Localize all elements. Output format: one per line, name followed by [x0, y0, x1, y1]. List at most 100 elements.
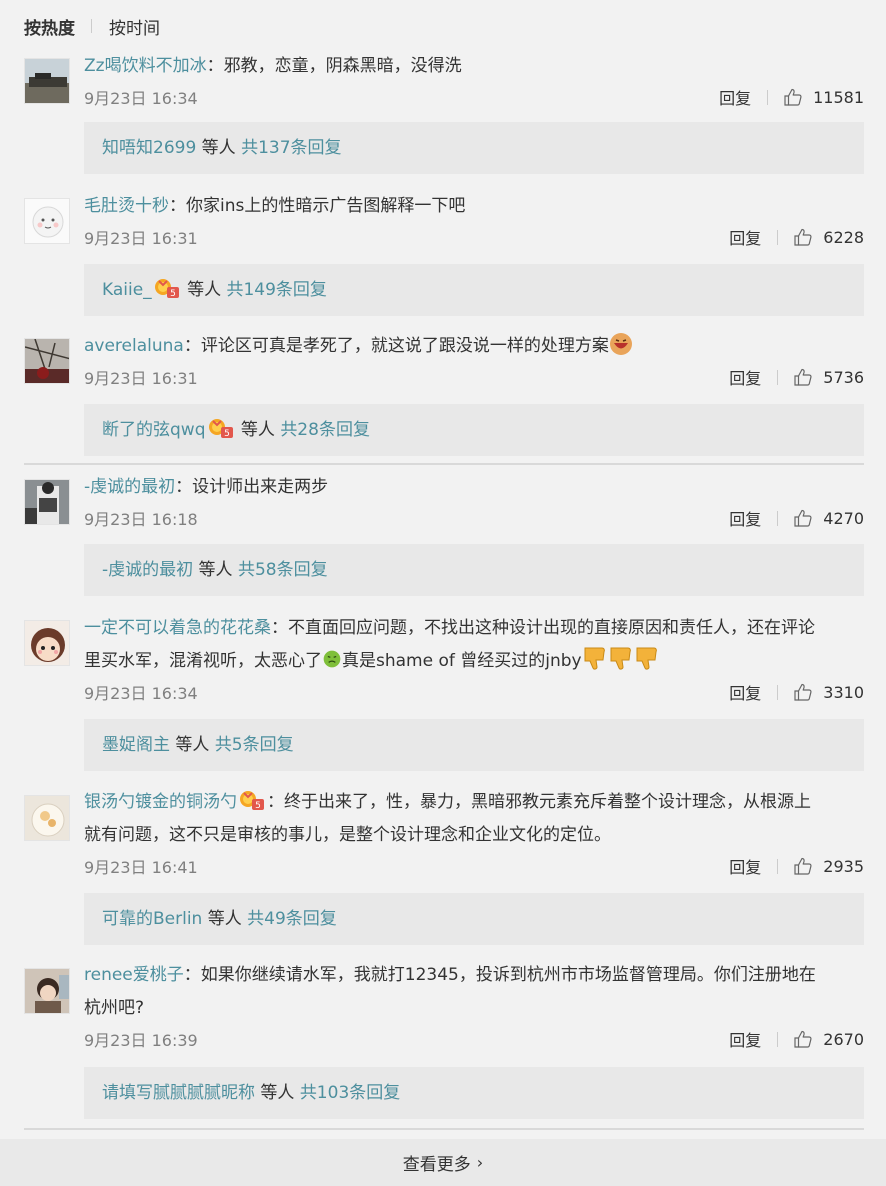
- view-more-label: 查看更多: [402, 1155, 471, 1175]
- tab-sort-time[interactable]: 按时间: [109, 14, 160, 39]
- sub-reply-username[interactable]: 知唔知2699: [102, 138, 196, 158]
- thumbs-down-icon: [608, 645, 634, 671]
- avatar[interactable]: [24, 338, 70, 384]
- like-count: 4270: [823, 508, 864, 528]
- sub-reply-summary[interactable]: 请填写腻腻腻腻昵称 等人 共103条回复: [84, 1067, 864, 1119]
- sub-reply-etc: 等人: [193, 560, 238, 580]
- colon: ：: [175, 477, 193, 497]
- sub-reply-count[interactable]: 共49条回复: [247, 909, 337, 929]
- comment-text: 一定不可以着急的花花桑：不直面回应问题，不找出这种设计出现的直接原因和责任人，还…: [84, 612, 864, 678]
- like-icon[interactable]: [793, 1029, 813, 1049]
- sub-reply-count[interactable]: 共103条回复: [300, 1083, 400, 1103]
- like-icon[interactable]: [793, 367, 813, 387]
- comment-content: 设计师出来走两步: [192, 477, 329, 497]
- sub-reply-count[interactable]: 共28条回复: [280, 420, 370, 440]
- comment-time: 9月23日 16:39: [84, 1031, 198, 1050]
- avatar[interactable]: [24, 479, 70, 525]
- like-icon[interactable]: [793, 856, 813, 876]
- like-count: 3310: [823, 682, 864, 702]
- avatar[interactable]: [24, 795, 70, 841]
- colon: ：: [183, 965, 201, 985]
- sub-reply-username[interactable]: 断了的弦qwq: [102, 420, 206, 440]
- view-more-button[interactable]: 查看更多 ›: [0, 1139, 886, 1186]
- colon: ：: [206, 56, 224, 76]
- sub-reply-username[interactable]: 墨娖阁主: [102, 735, 170, 755]
- comment-actions: 回复 4270: [729, 506, 864, 530]
- colon: ：: [267, 792, 284, 812]
- laughing-emoji-icon: [609, 333, 632, 355]
- section-divider: [24, 1128, 864, 1130]
- avatar[interactable]: [24, 198, 70, 244]
- comment-username[interactable]: averelaluna: [84, 336, 184, 356]
- comment-text: renee爱桃子：如果你继续请水军，我就打12345，投诉到杭州市市场监督管理局…: [84, 959, 864, 1025]
- sub-reply-etc: 等人: [196, 138, 242, 158]
- reply-button[interactable]: 回复: [729, 1027, 761, 1051]
- action-divider: [777, 369, 779, 385]
- comment-username[interactable]: -虔诚的最初: [84, 477, 175, 497]
- colon: ：: [169, 196, 186, 216]
- sub-reply-username[interactable]: Kaiie_: [102, 280, 152, 300]
- reply-button[interactable]: 回复: [729, 225, 761, 249]
- avatar[interactable]: [24, 968, 70, 1014]
- comment-time: 9月23日 16:31: [84, 229, 198, 248]
- reply-button[interactable]: 回复: [729, 365, 761, 389]
- section-divider: [24, 463, 864, 465]
- sub-reply-summary[interactable]: -虔诚的最初 等人 共58条回复: [84, 544, 864, 596]
- like-icon[interactable]: [793, 682, 813, 702]
- comment-text: Zz喝饮料不加冰：邪教，恋童，阴森黑暗，没得洗: [84, 50, 864, 83]
- comment-time: 9月23日 16:34: [84, 89, 198, 108]
- comment-meta: 9月23日 16:41 回复 2935: [84, 854, 864, 878]
- sub-reply-count[interactable]: 共149条回复: [226, 280, 326, 300]
- reply-button[interactable]: 回复: [719, 85, 751, 109]
- comment-username[interactable]: Zz喝饮料不加冰: [84, 56, 207, 76]
- like-count: 11581: [813, 87, 864, 107]
- action-divider: [777, 684, 779, 700]
- reply-button[interactable]: 回复: [729, 506, 761, 530]
- sub-reply-username[interactable]: 可靠的Berlin: [102, 909, 202, 929]
- vip-badge-icon: [154, 276, 180, 300]
- sub-reply-etc: 等人: [202, 909, 248, 929]
- sub-reply-count[interactable]: 共137条回复: [241, 138, 341, 158]
- comment-meta: 9月23日 16:39 回复 2670: [84, 1027, 864, 1051]
- comment-username[interactable]: 银汤勺镀金的铜汤勺: [84, 792, 237, 812]
- comment-username[interactable]: 毛肚烫十秒: [84, 196, 169, 216]
- comment-content: 不直面回应问题，不找出这种设计出现的直接原因和责任人，还在评论: [288, 618, 815, 638]
- like-icon[interactable]: [783, 87, 803, 107]
- avatar[interactable]: [24, 620, 70, 666]
- sub-reply-count[interactable]: 共58条回复: [238, 560, 328, 580]
- like-icon[interactable]: [793, 227, 813, 247]
- sub-reply-summary[interactable]: Kaiie_ 等人 共149条回复: [84, 264, 864, 316]
- sub-reply-username[interactable]: 请填写腻腻腻腻昵称: [102, 1083, 255, 1103]
- sub-reply-username[interactable]: -虔诚的最初: [102, 560, 193, 580]
- comment-meta: 9月23日 16:34 回复 3310: [84, 680, 864, 704]
- thumbs-down-icon: [634, 645, 660, 671]
- sub-reply-count[interactable]: 共5条回复: [215, 735, 294, 755]
- comment-time: 9月23日 16:31: [84, 369, 198, 388]
- comment-content: 就有问题，这不只是审核的事儿，是整个设计理念和企业文化的定位。: [84, 825, 611, 845]
- comment-username[interactable]: renee爱桃子: [84, 965, 184, 985]
- sub-reply-etc: 等人: [255, 1083, 300, 1103]
- sub-reply-summary[interactable]: 可靠的Berlin 等人 共49条回复: [84, 893, 864, 945]
- avatar[interactable]: [24, 58, 70, 104]
- comment-content: 邪教，恋童，阴森黑暗，没得洗: [223, 56, 462, 76]
- comment-time: 9月23日 16:18: [84, 510, 198, 529]
- like-count: 5736: [823, 367, 864, 387]
- sub-reply-etc: 等人: [181, 280, 227, 300]
- action-divider: [777, 1031, 779, 1047]
- like-icon[interactable]: [793, 508, 813, 528]
- comment-username[interactable]: 一定不可以着急的花花桑: [84, 618, 271, 638]
- comment-content: 真是shame of 曾经买过的jnby: [342, 651, 582, 671]
- tab-sort-hot[interactable]: 按热度: [24, 14, 75, 39]
- reply-button[interactable]: 回复: [729, 680, 761, 704]
- reply-button[interactable]: 回复: [729, 854, 761, 878]
- comment-content: 杭州吧?: [84, 998, 145, 1018]
- comment-meta: 9月23日 16:31 回复 6228: [84, 225, 864, 249]
- sub-reply-summary[interactable]: 断了的弦qwq 等人 共28条回复: [84, 404, 864, 456]
- comment-actions: 回复 2935: [729, 854, 864, 878]
- sub-reply-summary[interactable]: 墨娖阁主 等人 共5条回复: [84, 719, 864, 771]
- comment-meta: 9月23日 16:31 回复 5736: [84, 365, 864, 389]
- comment-actions: 回复 6228: [729, 225, 864, 249]
- comment-actions: 回复 3310: [729, 680, 864, 704]
- sub-reply-summary[interactable]: 知唔知2699 等人 共137条回复: [84, 122, 864, 174]
- action-divider: [767, 89, 769, 105]
